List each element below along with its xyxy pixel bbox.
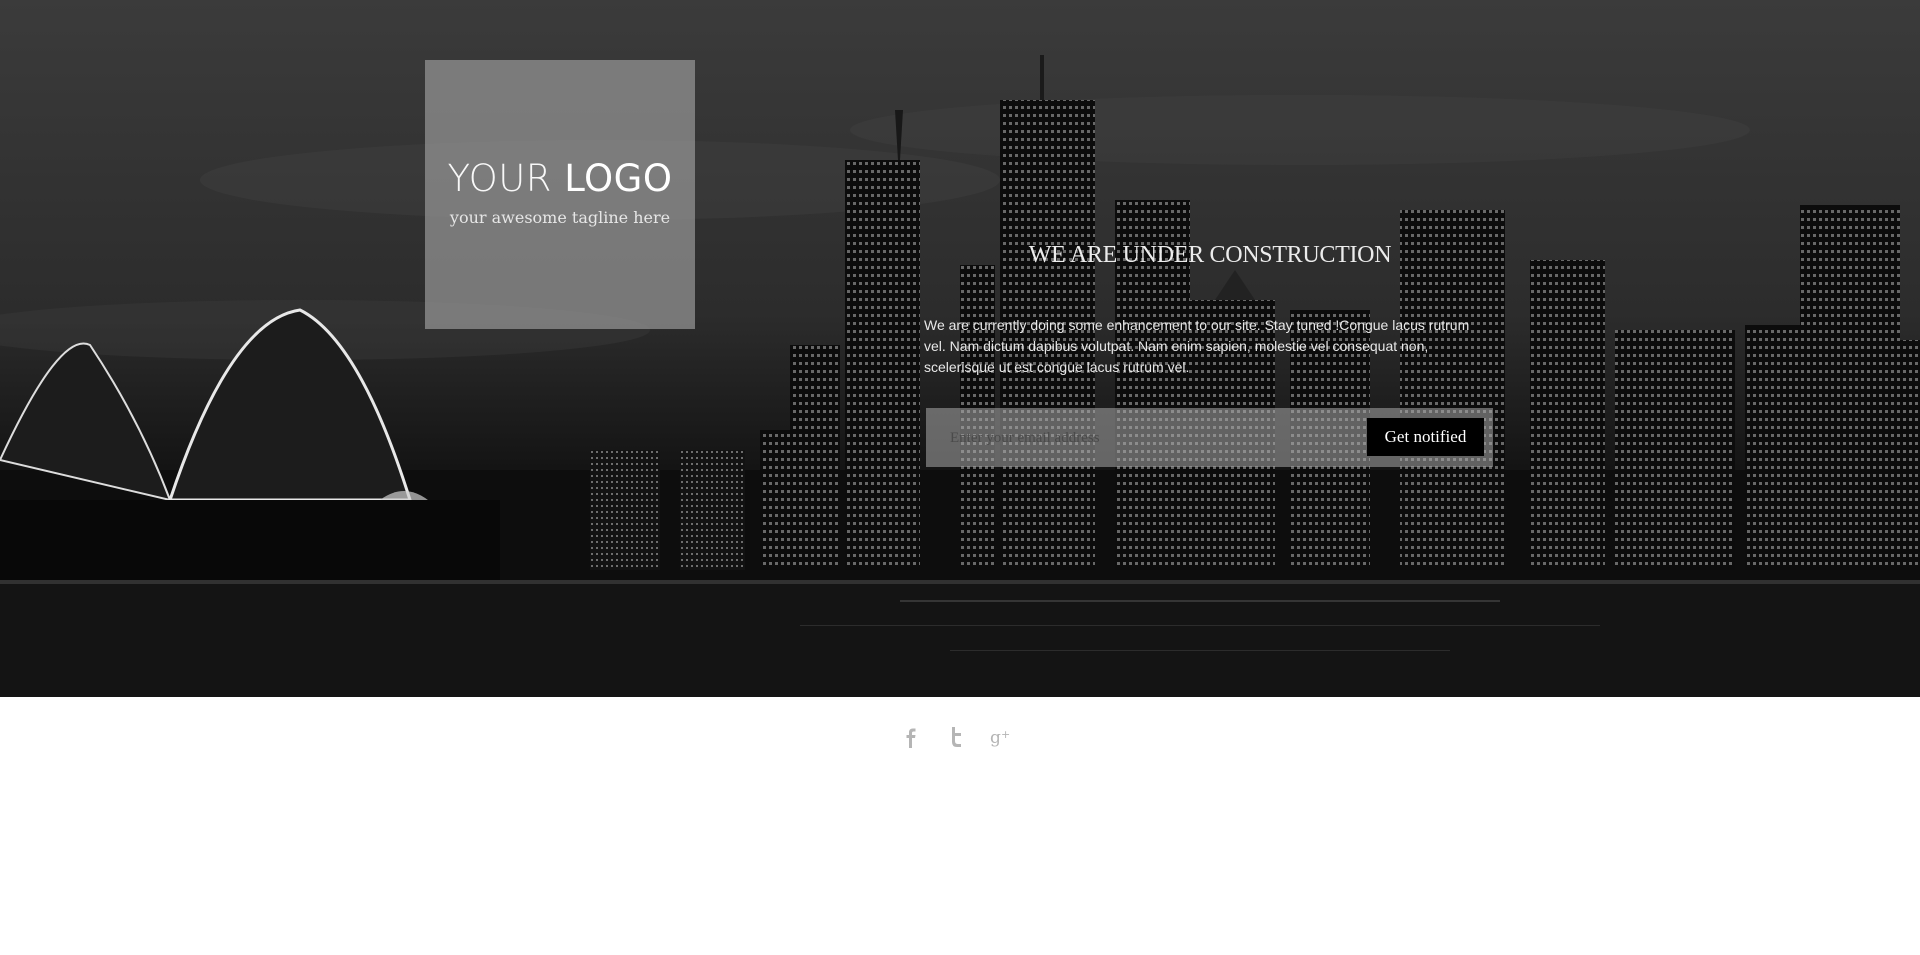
- svg-text:g: g: [990, 728, 1001, 748]
- logo-box[interactable]: YOUR LOGO your awesome tagline here: [425, 60, 695, 329]
- social-links: g +: [900, 724, 1020, 750]
- logo-word-light: YOUR: [447, 157, 552, 200]
- intro-text: We are currently doing some enhancement …: [924, 317, 1470, 375]
- logo-tagline: your awesome tagline here: [449, 208, 671, 227]
- google-plus-icon[interactable]: g +: [990, 724, 1016, 750]
- email-input[interactable]: [948, 426, 1332, 450]
- hero-section: YOUR LOGO your awesome tagline here WE A…: [0, 0, 1920, 697]
- svg-text:+: +: [1001, 728, 1010, 741]
- logo-word-bold: LOGO: [564, 157, 673, 200]
- page-headline: WE ARE UNDER CONSTRUCTION: [1028, 242, 1392, 268]
- get-notified-button[interactable]: Get notified: [1367, 418, 1484, 456]
- facebook-icon[interactable]: [900, 724, 922, 750]
- email-signup-form: Get notified: [926, 408, 1493, 467]
- twitter-icon[interactable]: [945, 724, 967, 750]
- logo-wordmark: YOUR LOGO: [425, 157, 695, 200]
